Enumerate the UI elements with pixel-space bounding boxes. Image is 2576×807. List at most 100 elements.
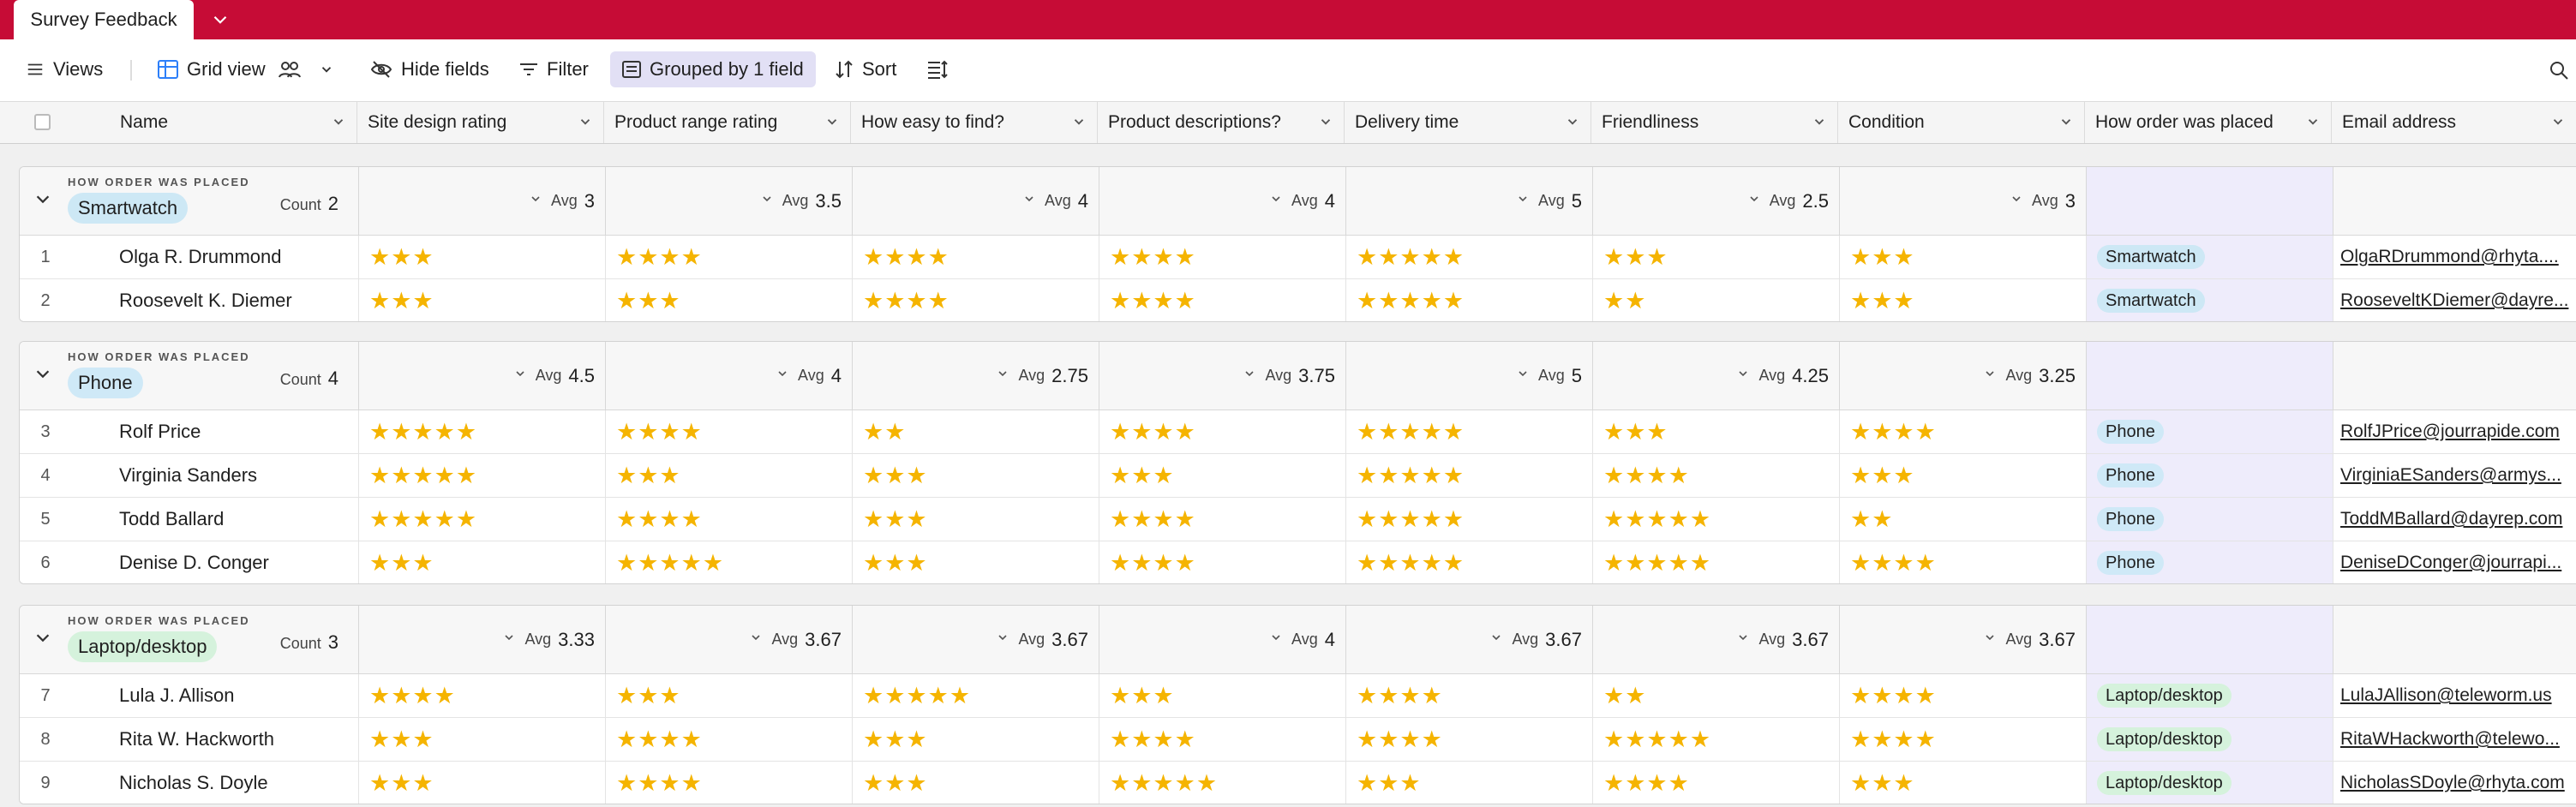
column-header-site-design[interactable]: Site design rating xyxy=(357,102,604,143)
rating-cell[interactable]: ★★★ xyxy=(852,498,1099,541)
rating-cell[interactable]: ★★★ xyxy=(1839,279,2086,321)
group-average[interactable]: Avg 3.67 xyxy=(1592,606,1839,673)
rating-cell[interactable]: ★★★ xyxy=(358,541,605,583)
column-header-email[interactable]: Email address xyxy=(2332,102,2576,143)
rating-cell[interactable]: ★★★★ xyxy=(852,279,1099,321)
group-average[interactable]: Avg 3 xyxy=(1839,167,2086,235)
email-cell[interactable]: ToddMBallard@dayrep.com xyxy=(2333,498,2576,541)
rating-cell[interactable]: ★★★★ xyxy=(605,498,852,541)
group-average[interactable]: Avg 3.75 xyxy=(1099,342,1345,409)
chevron-down-icon[interactable] xyxy=(33,364,52,387)
group-average[interactable]: Avg 5 xyxy=(1345,167,1592,235)
select-all-checkbox[interactable] xyxy=(34,114,51,130)
rating-cell[interactable]: ★★★★★ xyxy=(358,410,605,453)
rating-cell[interactable]: ★★ xyxy=(852,410,1099,453)
rating-cell[interactable]: ★★★★ xyxy=(1099,718,1345,761)
order-cell[interactable]: Phone xyxy=(2086,410,2333,453)
rating-cell[interactable]: ★★★★ xyxy=(605,236,852,278)
column-header-condition[interactable]: Condition xyxy=(1838,102,2085,143)
rating-cell[interactable]: ★★★★★ xyxy=(1592,498,1839,541)
group-average[interactable]: Avg 4 xyxy=(852,167,1099,235)
rating-cell[interactable]: ★★★★★ xyxy=(1345,454,1592,497)
email-cell[interactable]: LulaJAllison@teleworm.us xyxy=(2333,674,2576,717)
rating-cell[interactable]: ★★★★ xyxy=(1592,454,1839,497)
views-button[interactable]: Views xyxy=(26,51,103,87)
rating-cell[interactable]: ★★★★ xyxy=(1345,674,1592,717)
group-average[interactable]: Avg 3.67 xyxy=(852,606,1099,673)
rating-cell[interactable]: ★★★★ xyxy=(605,410,852,453)
group-average[interactable]: Avg 4.5 xyxy=(358,342,605,409)
rating-cell[interactable]: ★★★★ xyxy=(1345,718,1592,761)
rating-cell[interactable]: ★★★ xyxy=(852,762,1099,804)
chevron-down-icon[interactable] xyxy=(33,189,52,212)
rating-cell[interactable]: ★★★★★ xyxy=(1345,498,1592,541)
column-header-order-placed[interactable]: How order was placed xyxy=(2085,102,2332,143)
row-height-button[interactable] xyxy=(927,51,956,87)
filter-button[interactable]: Filter xyxy=(519,51,589,87)
group-average[interactable]: Avg 3.25 xyxy=(1839,342,2086,409)
column-header-delivery-time[interactable]: Delivery time xyxy=(1345,102,1591,143)
group-average[interactable]: Avg 3.67 xyxy=(605,606,852,673)
rating-cell[interactable]: ★★ xyxy=(1592,279,1839,321)
email-link[interactable]: LulaJAllison@teleworm.us xyxy=(2340,685,2573,706)
email-link[interactable]: RitaWHackworth@telewo... xyxy=(2340,729,2573,750)
group-average[interactable]: Avg 3 xyxy=(358,167,605,235)
rating-cell[interactable]: ★★★★★ xyxy=(1345,410,1592,453)
name-cell[interactable]: Roosevelt K. Diemer xyxy=(119,279,376,321)
rating-cell[interactable]: ★★★★ xyxy=(605,762,852,804)
rating-cell[interactable]: ★★★★ xyxy=(1099,410,1345,453)
name-cell[interactable]: Denise D. Conger xyxy=(119,541,376,583)
rating-cell[interactable]: ★★★ xyxy=(358,236,605,278)
hide-fields-button[interactable]: Hide fields xyxy=(370,51,489,87)
email-link[interactable]: RolfJPrice@jourrapide.com xyxy=(2340,421,2573,442)
email-cell[interactable]: NicholasSDoyle@rhyta.com xyxy=(2333,762,2576,804)
rating-cell[interactable]: ★★★★★ xyxy=(852,674,1099,717)
table-row[interactable]: 4 Virginia Sanders ★★★★★ ★★★ ★★★ ★★★ ★★★★★ ★★★★… xyxy=(20,454,2576,498)
rating-cell[interactable]: ★★★★★ xyxy=(1099,762,1345,804)
email-link[interactable]: RooseveltKDiemer@dayre... xyxy=(2340,290,2573,311)
column-header-friendliness[interactable]: Friendliness xyxy=(1591,102,1838,143)
table-row[interactable]: 9 Nicholas S. Doyle ★★★ ★★★★ ★★★ ★★★★★ ★★★ ★★★★… xyxy=(20,762,2576,804)
table-row[interactable]: 1 Olga R. Drummond ★★★ ★★★★ ★★★★ ★★★★ ★★★★★ ★★★… xyxy=(20,236,2576,279)
order-cell[interactable]: Laptop/desktop xyxy=(2086,674,2333,717)
order-cell[interactable]: Laptop/desktop xyxy=(2086,762,2333,804)
order-cell[interactable]: Phone xyxy=(2086,541,2333,583)
rating-cell[interactable]: ★★★ xyxy=(1839,454,2086,497)
table-row[interactable]: 6 Denise D. Conger ★★★ ★★★★★ ★★★ ★★★★ ★★★★★ ★★★… xyxy=(20,541,2576,583)
email-cell[interactable]: RolfJPrice@jourrapide.com xyxy=(2333,410,2576,453)
rating-cell[interactable]: ★★★ xyxy=(852,454,1099,497)
rating-cell[interactable]: ★★★★★ xyxy=(1592,541,1839,583)
email-link[interactable]: DeniseDConger@jourrapi... xyxy=(2340,553,2573,573)
group-average[interactable]: Avg 2.75 xyxy=(852,342,1099,409)
sort-button[interactable]: Sort xyxy=(835,51,896,87)
rating-cell[interactable]: ★★★★ xyxy=(1099,498,1345,541)
email-cell[interactable]: RooseveltKDiemer@dayre... xyxy=(2333,279,2576,321)
email-cell[interactable]: RitaWHackworth@telewo... xyxy=(2333,718,2576,761)
rating-cell[interactable]: ★★★ xyxy=(605,454,852,497)
rating-cell[interactable]: ★★★ xyxy=(358,279,605,321)
name-cell[interactable]: Rita W. Hackworth xyxy=(119,718,376,761)
name-cell[interactable]: Nicholas S. Doyle xyxy=(119,762,376,804)
rating-cell[interactable]: ★★★★ xyxy=(1839,718,2086,761)
order-cell[interactable]: Laptop/desktop xyxy=(2086,718,2333,761)
rating-cell[interactable]: ★★★ xyxy=(1839,236,2086,278)
rating-cell[interactable]: ★★★★★ xyxy=(1345,279,1592,321)
group-button[interactable]: Grouped by 1 field xyxy=(610,51,816,87)
order-cell[interactable]: Smartwatch xyxy=(2086,279,2333,321)
rating-cell[interactable]: ★★ xyxy=(1592,674,1839,717)
name-cell[interactable]: Virginia Sanders xyxy=(119,454,376,497)
rating-cell[interactable]: ★★★★ xyxy=(1839,674,2086,717)
group-average[interactable]: Avg 4.25 xyxy=(1592,342,1839,409)
rating-cell[interactable]: ★★★★★ xyxy=(605,541,852,583)
email-link[interactable]: VirginiaESanders@armys... xyxy=(2340,465,2573,486)
rating-cell[interactable]: ★★★ xyxy=(358,762,605,804)
order-cell[interactable]: Phone xyxy=(2086,498,2333,541)
column-header-product-range[interactable]: Product range rating xyxy=(604,102,851,143)
rating-cell[interactable]: ★★★ xyxy=(1099,454,1345,497)
group-average[interactable]: Avg 4 xyxy=(1099,167,1345,235)
rating-cell[interactable]: ★★★ xyxy=(605,674,852,717)
chevron-down-icon[interactable] xyxy=(209,9,231,31)
rating-cell[interactable]: ★★★★ xyxy=(1839,541,2086,583)
rating-cell[interactable]: ★★★ xyxy=(852,541,1099,583)
grid-view-button[interactable]: Grid view xyxy=(158,51,343,87)
